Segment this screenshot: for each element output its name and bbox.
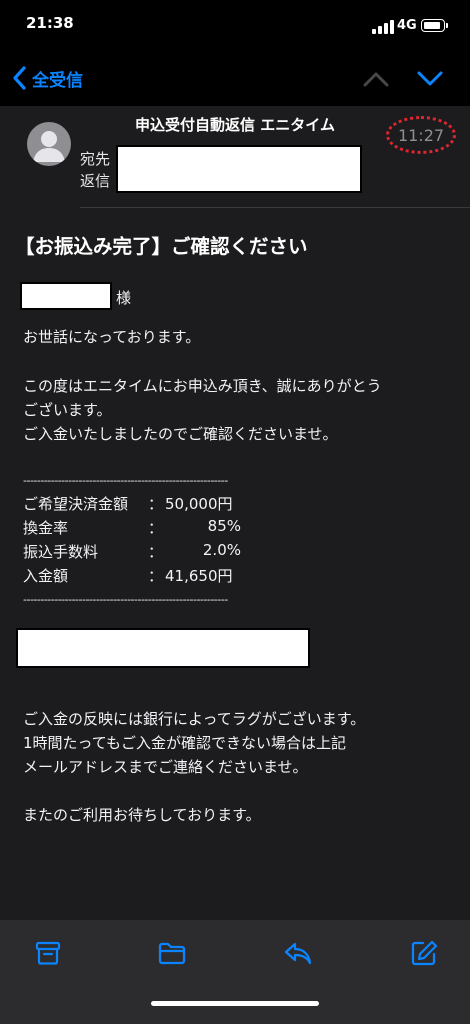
- received-time-text: 11:27: [397, 125, 445, 145]
- body-line: 1時間たってもご入金が確認できない場合は上記: [23, 734, 347, 752]
- detail-colon: ：: [148, 495, 164, 513]
- detail-value: 41,650円: [165, 567, 233, 585]
- previous-message-button[interactable]: [361, 64, 391, 94]
- detail-value: 85%: [207, 517, 241, 535]
- reply-button[interactable]: [283, 938, 313, 968]
- body-line: ご入金の反映には銀行によってラグがございます。: [23, 710, 366, 728]
- body-line: メールアドレスまでご連絡くださいませ。: [23, 758, 308, 776]
- person-icon: [33, 131, 65, 162]
- divider-top: ----------------------------------------…: [23, 474, 228, 487]
- redacted-email-address: [16, 628, 310, 668]
- detail-label: 振込手数料: [23, 543, 99, 561]
- to-label: 宛先: [80, 150, 111, 168]
- reply-icon: [284, 942, 312, 965]
- sender-name[interactable]: 申込受付自動返信 エニタイム: [80, 114, 390, 135]
- detail-value: 2.0%: [202, 541, 241, 559]
- message-header: 申込受付自動返信 エニタイム 11:27 宛先 返信: [0, 106, 470, 210]
- detail-label: 入金額: [23, 567, 69, 585]
- closing-line: またのご利用お待ちしております。: [23, 806, 261, 824]
- home-indicator[interactable]: [151, 1001, 319, 1006]
- honorific: 様: [116, 289, 132, 307]
- email-subject: 【お振込み完了】ご確認ください: [15, 235, 308, 258]
- body-line: この度はエニタイムにお申込み頂き、誠にありがとう: [23, 377, 382, 395]
- chevron-up-icon: [363, 72, 389, 87]
- reply-to-label: 返信: [80, 172, 111, 190]
- back-button[interactable]: 全受信: [12, 63, 83, 93]
- chevron-left-icon: [13, 66, 26, 90]
- status-bar: 21:38 4G: [0, 0, 470, 50]
- nav-bar: 全受信: [0, 50, 470, 106]
- folder-icon: [158, 942, 186, 965]
- body-line: ご入金いたしましたのでご確認くださいませ。: [23, 425, 338, 443]
- compose-icon: [411, 940, 438, 966]
- battery-icon: [421, 19, 448, 32]
- chevron-down-icon: [417, 71, 443, 86]
- header-divider: [80, 207, 470, 208]
- move-to-folder-button[interactable]: [157, 938, 187, 968]
- body-line: ございます。: [23, 401, 112, 419]
- archive-icon: [35, 941, 61, 965]
- compose-button[interactable]: [409, 938, 439, 968]
- received-time: 11:27: [386, 116, 456, 154]
- redacted-name: [20, 282, 112, 310]
- detail-colon: ：: [148, 567, 164, 585]
- signal-icon: [372, 20, 394, 34]
- next-message-button[interactable]: [415, 64, 445, 94]
- detail-colon: ：: [148, 543, 164, 561]
- network-type: 4G: [397, 18, 417, 33]
- redacted-recipient: [116, 145, 362, 193]
- bottom-toolbar: [0, 920, 470, 1024]
- detail-label: 換金率: [23, 519, 69, 537]
- archive-button[interactable]: [33, 938, 63, 968]
- status-time: 21:38: [26, 14, 74, 32]
- greeting: お世話になっております。: [23, 328, 201, 346]
- detail-value: 50,000円: [165, 495, 233, 513]
- divider-bottom: ----------------------------------------…: [23, 593, 228, 606]
- back-label: 全受信: [32, 70, 83, 91]
- avatar[interactable]: [27, 122, 71, 166]
- detail-colon: ：: [148, 519, 164, 537]
- detail-label: ご希望決済金額: [23, 495, 129, 513]
